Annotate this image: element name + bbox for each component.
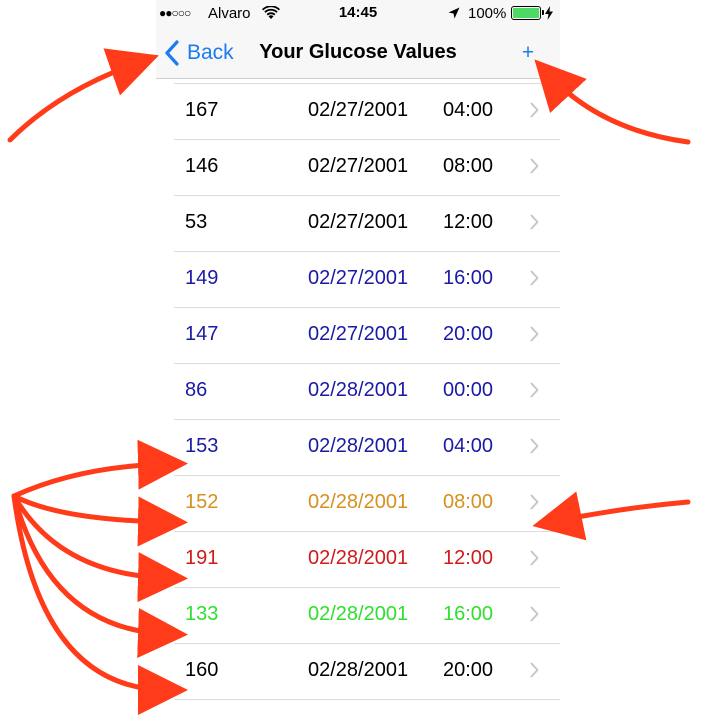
reading-row[interactable]: 86 02/28/2001 00:00 [156, 364, 560, 420]
phone-screen: ●●○○○ Alvaro 14:45 100% Back Your Glucos… [156, 0, 560, 720]
reading-date: 02/27/2001 [308, 211, 409, 233]
chevron-right-icon [530, 214, 539, 230]
reading-value: 167 [185, 99, 219, 121]
reading-date: 02/27/2001 [308, 99, 409, 121]
chevron-right-icon [530, 382, 539, 398]
chevron-right-icon [530, 326, 539, 342]
reading-row[interactable]: 153 02/28/2001 04:00 [156, 420, 560, 476]
arrow-to-row-133 [11, 493, 188, 658]
battery-percent: 100% [468, 5, 507, 22]
reading-time: 00:00 [443, 379, 494, 401]
reading-date: 02/28/2001 [308, 603, 409, 625]
battery-icon [511, 6, 544, 20]
chevron-right-icon [530, 606, 539, 622]
reading-date: 02/27/2001 [308, 155, 409, 177]
reading-date: 02/28/2001 [308, 435, 409, 457]
reading-date: 02/28/2001 [308, 547, 409, 569]
arrow-to-chevron [532, 491, 691, 541]
reading-row[interactable]: 146 02/27/2001 08:00 [156, 140, 560, 196]
reading-row[interactable]: 147 02/27/2001 20:00 [156, 308, 560, 364]
reading-value: 191 [185, 547, 219, 569]
reading-value: 149 [185, 267, 219, 289]
reading-value: 86 [185, 379, 208, 401]
reading-date: 02/28/2001 [308, 379, 409, 401]
reading-time: 12:00 [443, 547, 494, 569]
reading-value: 133 [185, 603, 219, 625]
charging-bolt-icon [545, 6, 553, 20]
reading-value: 53 [185, 211, 208, 233]
arrow-to-row-152 [11, 493, 188, 547]
reading-row[interactable]: 167 02/27/2001 04:00 [156, 84, 560, 140]
arrow-to-row-191 [11, 493, 188, 603]
reading-row[interactable]: 191 02/28/2001 12:00 [156, 532, 560, 588]
reading-time: 20:00 [443, 323, 494, 345]
reading-row[interactable]: 53 02/27/2001 12:00 [156, 196, 560, 252]
arrow-to-row-153 [11, 439, 188, 499]
reading-row[interactable]: 152 02/28/2001 08:00 [156, 476, 560, 532]
navigation-bar: Back Your Glucose Values + [156, 28, 560, 79]
reading-time: 16:00 [443, 267, 494, 289]
reading-date: 02/28/2001 [308, 491, 409, 513]
arrow-to-row-160 [11, 493, 188, 715]
reading-value: 153 [185, 435, 219, 457]
reading-value: 160 [185, 659, 219, 681]
chevron-right-icon [530, 662, 539, 678]
reading-value: 147 [185, 323, 219, 345]
reading-time: 08:00 [443, 155, 494, 177]
page-title: Your Glucose Values [259, 41, 457, 63]
chevron-right-icon [530, 438, 539, 454]
add-reading-button[interactable]: + [516, 38, 540, 68]
chevron-right-icon [530, 550, 539, 566]
location-arrow-icon [448, 7, 460, 19]
chevron-right-icon [530, 158, 539, 174]
reading-date: 02/27/2001 [308, 267, 409, 289]
chevron-right-icon [530, 494, 539, 510]
reading-time: 04:00 [443, 99, 494, 121]
chevron-right-icon [530, 102, 539, 118]
reading-row[interactable]: 160 02/28/2001 20:00 [156, 644, 560, 700]
reading-time: 20:00 [443, 659, 494, 681]
status-bar: ●●○○○ Alvaro 14:45 100% [156, 0, 560, 28]
reading-value: 146 [185, 155, 219, 177]
reading-row[interactable]: 149 02/27/2001 16:00 [156, 252, 560, 308]
arrow-to-add-button [534, 59, 691, 145]
chevron-right-icon [530, 270, 539, 286]
row-separator [174, 699, 560, 700]
reading-date: 02/28/2001 [308, 659, 409, 681]
reading-time: 12:00 [443, 211, 494, 233]
reading-time: 16:00 [443, 603, 494, 625]
arrow-to-back-button [7, 48, 159, 143]
reading-row[interactable]: 133 02/28/2001 16:00 [156, 588, 560, 644]
reading-time: 04:00 [443, 435, 494, 457]
reading-value: 152 [185, 491, 219, 513]
reading-date: 02/27/2001 [308, 323, 409, 345]
reading-time: 08:00 [443, 491, 494, 513]
